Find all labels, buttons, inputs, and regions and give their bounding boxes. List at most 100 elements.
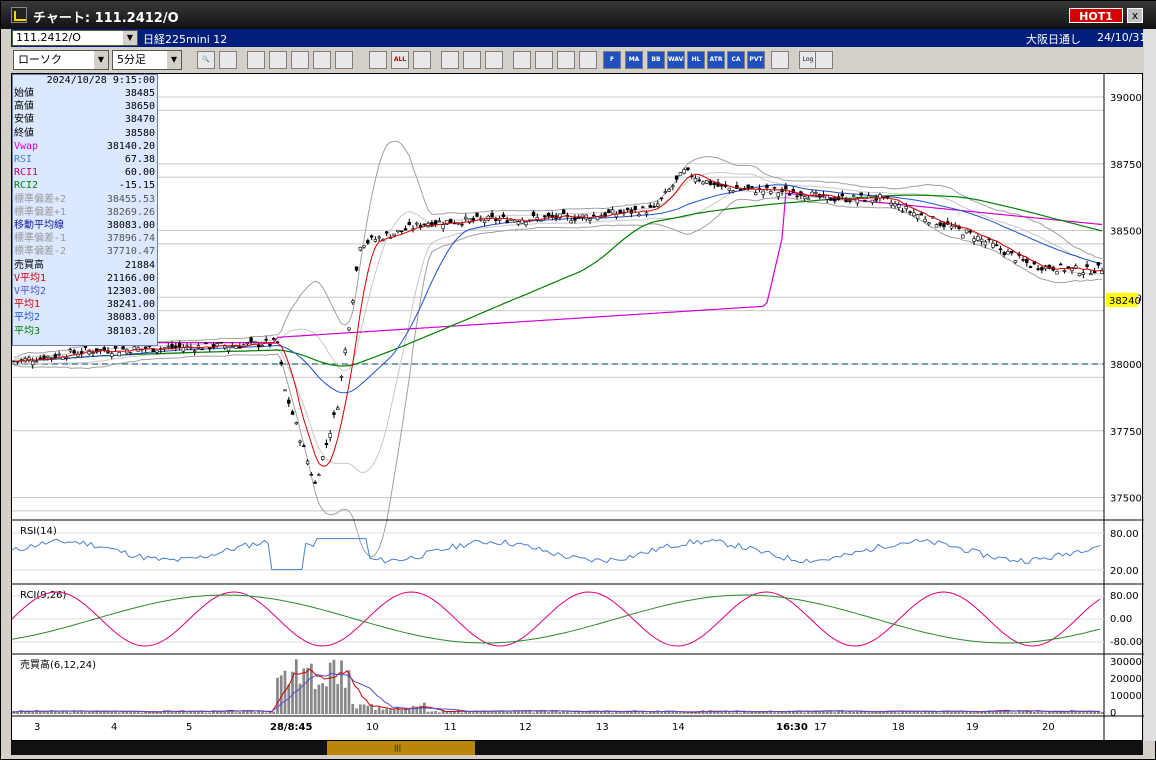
info-value: 38455.53 bbox=[106, 193, 155, 205]
candle bbox=[377, 236, 381, 239]
candle bbox=[268, 343, 272, 346]
candle bbox=[392, 233, 396, 237]
chevron-down-icon[interactable]: ▼ bbox=[94, 51, 108, 69]
candle bbox=[34, 360, 39, 363]
volume-bar bbox=[675, 711, 678, 714]
stamp-button[interactable] bbox=[485, 51, 503, 69]
candle bbox=[403, 228, 408, 231]
right-scrollbar[interactable] bbox=[1144, 29, 1156, 741]
candle bbox=[475, 212, 479, 217]
chart-canvas[interactable]: 3900038750385003825038000377503750038240… bbox=[11, 74, 1144, 742]
ca-button[interactable]: CA bbox=[727, 51, 745, 69]
exp-button[interactable] bbox=[815, 51, 833, 69]
time-axis-label: 14 bbox=[672, 722, 685, 733]
candle bbox=[840, 193, 844, 197]
close-button[interactable]: x bbox=[1127, 8, 1143, 23]
candle bbox=[200, 348, 204, 351]
candle bbox=[976, 236, 980, 241]
volume-bar bbox=[912, 711, 916, 714]
candle bbox=[61, 357, 65, 360]
info-row: RSI 67.38 bbox=[13, 154, 157, 166]
price-axis-label: 38750 bbox=[1110, 160, 1142, 171]
time-axis-label: 18 bbox=[892, 722, 905, 733]
candle bbox=[215, 343, 219, 347]
candle bbox=[373, 239, 378, 242]
volume-bar bbox=[106, 711, 110, 714]
volume-bar bbox=[302, 668, 306, 714]
chart-area[interactable]: 3900038750385003825038000377503750038240… bbox=[11, 73, 1144, 742]
interval-select[interactable]: 5分足 ▼ bbox=[112, 50, 182, 70]
draw-button[interactable] bbox=[219, 51, 237, 69]
volume-bar bbox=[268, 712, 272, 714]
pen-button[interactable] bbox=[247, 51, 265, 69]
q-button[interactable] bbox=[513, 51, 531, 69]
chart1-button[interactable] bbox=[535, 51, 553, 69]
arrow-button[interactable] bbox=[269, 51, 287, 69]
chevron-down-icon[interactable]: ▼ bbox=[123, 31, 137, 45]
volume-bar bbox=[746, 712, 750, 714]
color-button[interactable] bbox=[463, 51, 481, 69]
price-axis-label: 37500 bbox=[1110, 494, 1142, 505]
candle bbox=[825, 195, 829, 200]
hl-button[interactable]: HL bbox=[687, 51, 705, 69]
atr-button[interactable]: ATR bbox=[707, 51, 725, 69]
time-axis-label: 3 bbox=[34, 722, 40, 733]
trash-button[interactable] bbox=[313, 51, 331, 69]
price-panel-bg bbox=[12, 74, 1104, 512]
candle bbox=[893, 203, 897, 207]
chart-type-select[interactable]: ローソク ▼ bbox=[13, 50, 109, 70]
bb-button[interactable]: BB bbox=[647, 51, 665, 69]
pvt-button[interactable]: PVT bbox=[747, 51, 765, 69]
candle bbox=[68, 349, 73, 352]
time-axis-label: 5 bbox=[186, 722, 192, 733]
wave-button[interactable]: WAVE bbox=[667, 51, 685, 69]
hot-button[interactable]: HOT1 bbox=[1069, 8, 1123, 23]
rsi-label: 80.00 bbox=[1110, 529, 1139, 540]
candle bbox=[994, 244, 999, 247]
candle bbox=[482, 220, 487, 224]
info-label: 高値 bbox=[14, 101, 34, 113]
candle bbox=[1036, 268, 1040, 270]
volume-bar bbox=[317, 684, 321, 714]
info-value: 38580 bbox=[124, 127, 155, 139]
scroll-thumb[interactable]: ||| bbox=[327, 741, 475, 755]
candle bbox=[708, 180, 713, 186]
volume-bar bbox=[197, 711, 200, 714]
info-row: 始値 38485 bbox=[13, 88, 157, 100]
time-scrollbar[interactable]: ||| bbox=[11, 741, 1143, 755]
info-label: 平均1 bbox=[14, 299, 41, 311]
chart-type-value: ローソク bbox=[18, 53, 62, 66]
mark1-button[interactable] bbox=[335, 51, 353, 69]
chart3-button[interactable] bbox=[579, 51, 597, 69]
all-button[interactable]: ALL bbox=[391, 51, 409, 69]
mark2-button[interactable] bbox=[369, 51, 387, 69]
chevron-down-icon[interactable]: ▼ bbox=[167, 51, 181, 69]
candle bbox=[1013, 260, 1018, 264]
volume-bar bbox=[306, 667, 309, 714]
copy-button[interactable] bbox=[291, 51, 309, 69]
info-label: 移動平均線 bbox=[14, 220, 64, 231]
info-row: 標準偏差+2 38455.53 bbox=[13, 194, 157, 206]
candle bbox=[539, 219, 543, 222]
symbol-select[interactable]: 111.2412/O ▼ bbox=[12, 30, 138, 46]
win-button[interactable] bbox=[771, 51, 789, 69]
zoom-button[interactable]: 🔍 bbox=[197, 51, 215, 69]
candle bbox=[795, 195, 799, 198]
candle bbox=[1100, 270, 1104, 274]
brush-button[interactable] bbox=[441, 51, 459, 69]
volume-bar bbox=[208, 712, 212, 714]
volume-bar bbox=[434, 711, 438, 714]
candle bbox=[697, 179, 701, 182]
volume-bar bbox=[678, 712, 682, 714]
candle bbox=[648, 205, 652, 208]
title-bar[interactable]: チャート: 111.2412/O HOT1 x bbox=[1, 1, 1156, 29]
volume-bar bbox=[68, 712, 72, 714]
volume-bar bbox=[87, 711, 91, 714]
cube-button[interactable] bbox=[413, 51, 431, 69]
info-row: 安値 38470 bbox=[13, 114, 157, 126]
candle bbox=[309, 474, 314, 476]
f-button[interactable]: F bbox=[603, 51, 621, 69]
chart2-button[interactable] bbox=[557, 51, 575, 69]
ma-button[interactable]: MA bbox=[625, 51, 643, 69]
candle bbox=[260, 345, 265, 347]
